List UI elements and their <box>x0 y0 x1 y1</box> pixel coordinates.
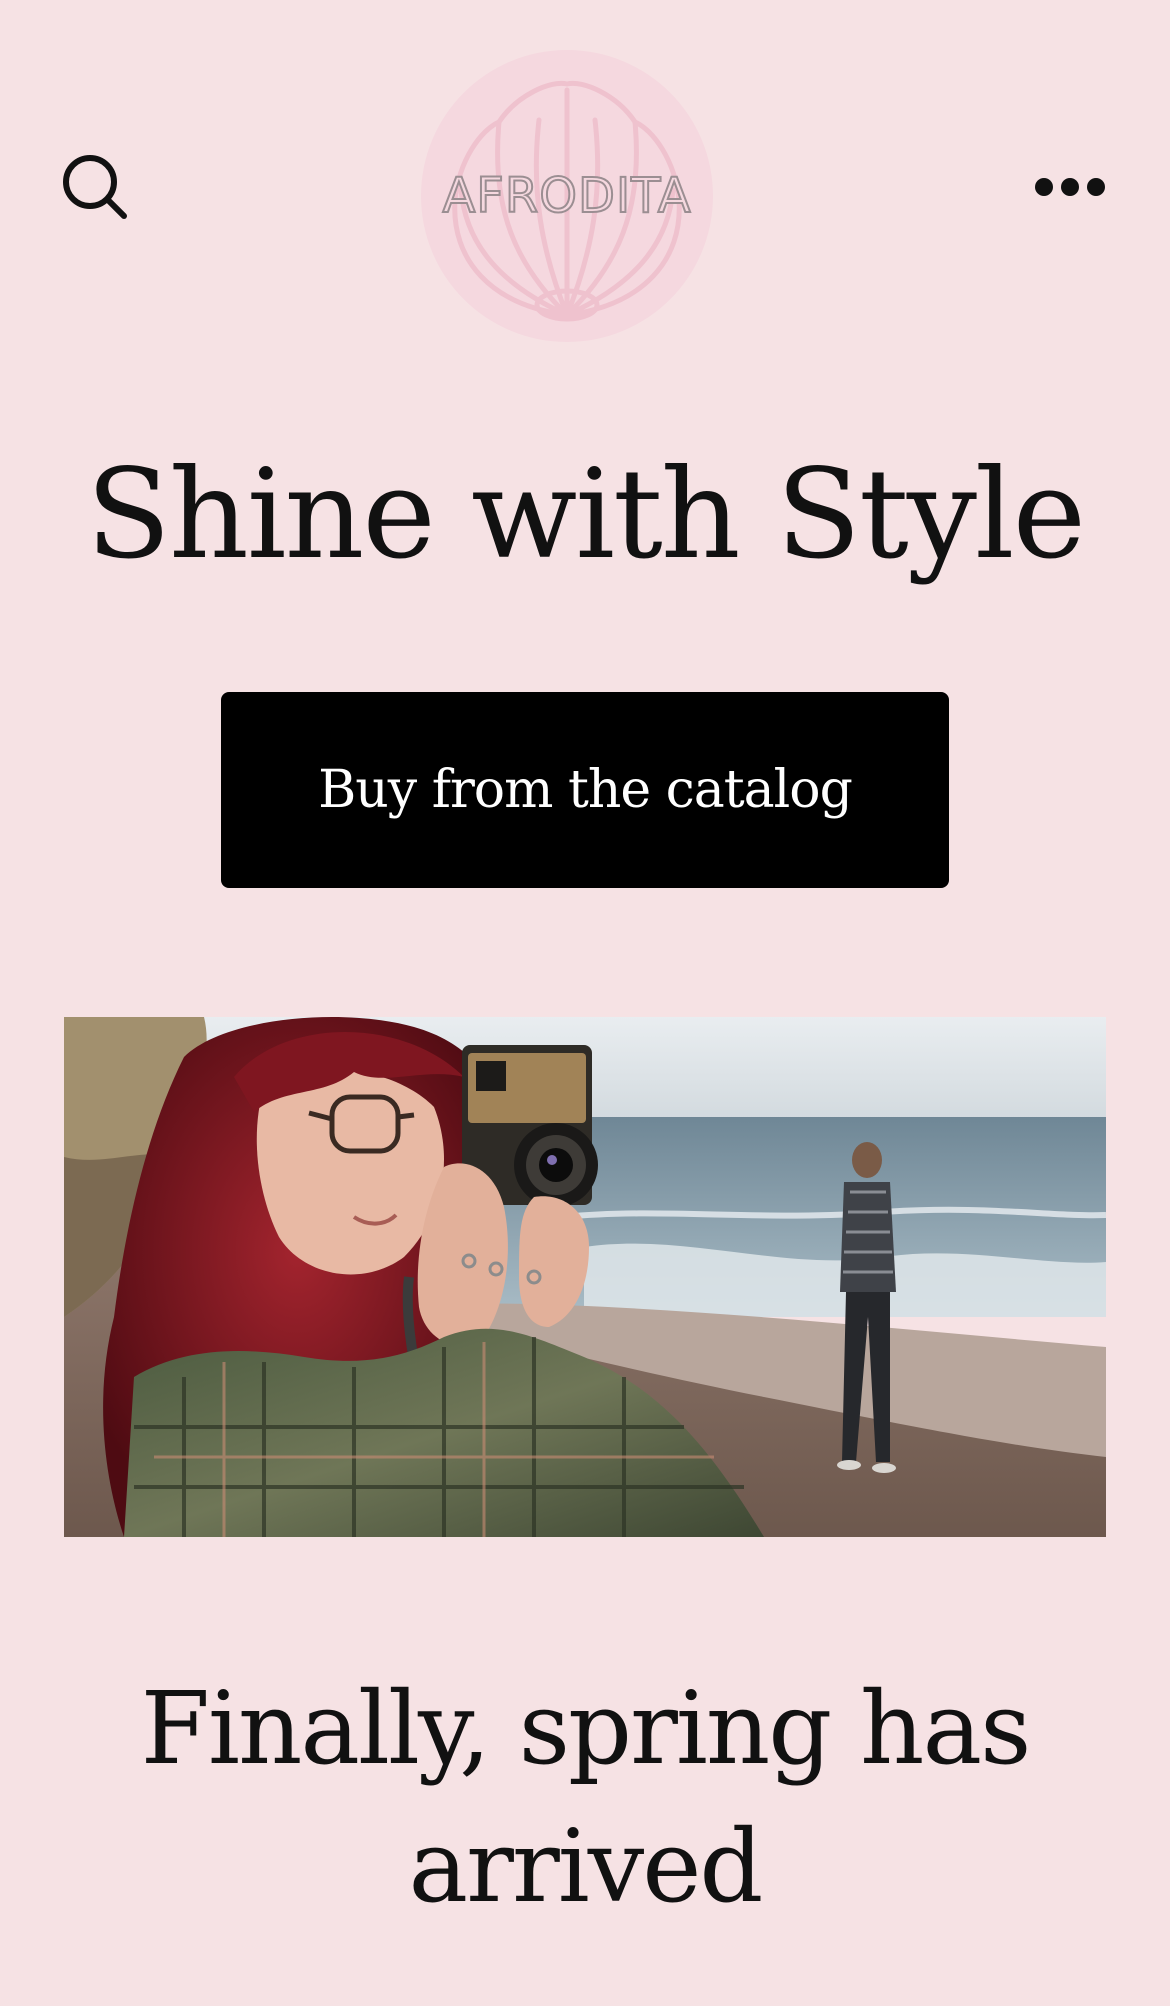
buy-from-catalog-button[interactable]: Buy from the catalog <box>221 692 949 888</box>
section-title: Finally, spring has arrived <box>140 1670 1032 1925</box>
site-header: AFRODITA <box>0 0 1170 380</box>
search-button[interactable] <box>58 150 130 222</box>
more-horizontal-icon <box>1035 178 1105 196</box>
search-icon <box>63 155 127 219</box>
featured-photo-illustration <box>64 1017 1106 1537</box>
featured-photo <box>64 1017 1106 1537</box>
site-logo[interactable]: AFRODITA <box>421 50 713 342</box>
logo-wordmark: AFRODITA <box>441 167 692 225</box>
menu-button[interactable] <box>1032 162 1108 212</box>
hero-title: Shine with Style <box>86 443 1086 587</box>
